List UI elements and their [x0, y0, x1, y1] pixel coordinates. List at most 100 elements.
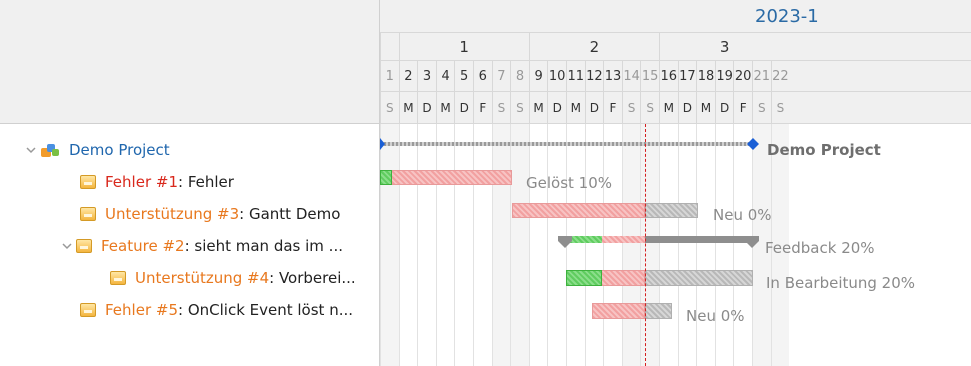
weekday-cell: S: [752, 92, 771, 123]
issue-icon: [80, 303, 96, 317]
weekday-header: SMDMDFSSMDMDFSSMDMDFSS: [380, 92, 971, 124]
period-header: 2023-1: [380, 0, 971, 33]
project-link[interactable]: Demo Project: [69, 141, 170, 159]
issue-bar-label: Feedback 20%: [765, 239, 875, 257]
day-cell: 15: [640, 61, 659, 91]
tree-row-issue[interactable]: Feature #2: sieht man das im ...: [0, 230, 441, 262]
issue-subject: : sieht man das im ...: [184, 237, 343, 255]
project-start-marker: [380, 138, 385, 150]
day-column: [584, 124, 604, 366]
weekday-cell: F: [733, 92, 752, 123]
issue-remaining: [645, 270, 753, 286]
week-cell: 1: [398, 33, 529, 60]
chevron-down-icon[interactable]: [26, 145, 36, 155]
week-cell: 2: [528, 33, 659, 60]
weekday-cell: M: [398, 92, 418, 123]
issue-icon: [80, 207, 96, 221]
weekday-cell: S: [621, 92, 641, 123]
day-cell: 14: [621, 61, 641, 91]
issue-bar-label: In Bearbeitung 20%: [766, 274, 916, 292]
weekday-cell: S: [640, 92, 659, 123]
chevron-down-icon[interactable]: [62, 241, 72, 251]
day-cell: 4: [435, 61, 455, 91]
day-cell: 16: [659, 61, 678, 91]
issue-bar-label: Gelöst 10%: [526, 174, 613, 192]
day-column: [696, 124, 715, 366]
day-cell: 10: [547, 61, 566, 91]
issue-link[interactable]: Fehler #5: [105, 301, 178, 319]
weekday-cell: S: [380, 92, 399, 123]
day-column: [454, 124, 473, 366]
parent-end-marker: [745, 236, 759, 248]
day-column: [677, 124, 697, 366]
day-cell: 7: [491, 61, 511, 91]
day-cell: 20: [733, 61, 752, 91]
project-bar[interactable]: [380, 142, 752, 146]
day-cell: 1: [380, 61, 399, 91]
day-column: [491, 124, 511, 366]
weekday-cell: F: [473, 92, 492, 123]
day-cell: 19: [714, 61, 734, 91]
issue-icon: [80, 175, 96, 189]
day-column: [417, 124, 436, 366]
day-column: [621, 124, 641, 366]
issue-bar-label: Neu 0%: [713, 206, 772, 224]
issue-remaining: [645, 303, 672, 319]
tree-header: [0, 0, 380, 124]
day-column: [510, 124, 529, 366]
day-cell: 21: [752, 61, 771, 91]
issue-subject: : Fehler: [178, 173, 234, 191]
period-label: 2023-1: [755, 5, 819, 27]
project-end-marker: [747, 138, 759, 150]
issue-tree: Demo Project Fehler #1: Fehler Unterstüt…: [0, 124, 380, 366]
day-cell: 5: [454, 61, 473, 91]
weekday-cell: S: [770, 92, 790, 123]
day-column: [473, 124, 492, 366]
day-cell: 2: [398, 61, 418, 91]
weekday-cell: D: [547, 92, 566, 123]
day-cell: 12: [584, 61, 604, 91]
day-cell: 13: [603, 61, 622, 91]
week-cell: 3: [659, 33, 789, 60]
weekday-cell: F: [603, 92, 622, 123]
issue-icon: [110, 271, 126, 285]
day-column: [435, 124, 455, 366]
day-cell: 8: [510, 61, 529, 91]
weekday-cell: D: [454, 92, 473, 123]
issue-bar[interactable]: [592, 303, 645, 319]
issue-link[interactable]: Unterstützung #3: [105, 205, 239, 223]
project-bar-label: Demo Project: [767, 141, 881, 159]
issue-bar[interactable]: [380, 170, 512, 185]
issue-link[interactable]: Fehler #1: [105, 173, 178, 191]
weekday-cell: M: [659, 92, 678, 123]
issue-remaining: [645, 203, 698, 218]
issue-link[interactable]: Unterstützung #4: [135, 269, 269, 287]
issue-subject: : OnClick Event löst n...: [178, 301, 354, 319]
parent-start-marker: [558, 236, 572, 248]
weekday-cell: D: [584, 92, 604, 123]
issue-progress: [380, 170, 392, 185]
day-column: [640, 124, 659, 366]
weekday-cell: D: [417, 92, 436, 123]
weekday-cell: M: [435, 92, 455, 123]
day-cell: 3: [417, 61, 436, 91]
day-cell: 9: [528, 61, 548, 91]
weekday-cell: S: [510, 92, 529, 123]
gantt-view: Demo Project Fehler #1: Fehler Unterstüt…: [0, 0, 971, 366]
issue-bar-label: Neu 0%: [686, 307, 745, 325]
day-column: [528, 124, 548, 366]
day-column: [659, 124, 678, 366]
week-cell: [380, 33, 399, 60]
today-line: [645, 124, 646, 366]
issue-bar[interactable]: [512, 203, 645, 218]
day-column: [714, 124, 734, 366]
tree-row-project[interactable]: Demo Project: [0, 134, 405, 166]
weekday-cell: D: [714, 92, 734, 123]
day-cell: 11: [566, 61, 585, 91]
weekday-cell: M: [696, 92, 715, 123]
day-cell: 22: [770, 61, 790, 91]
day-column: [398, 124, 418, 366]
day-column: [603, 124, 622, 366]
day-cell: 17: [677, 61, 697, 91]
issue-link[interactable]: Feature #2: [101, 237, 185, 255]
